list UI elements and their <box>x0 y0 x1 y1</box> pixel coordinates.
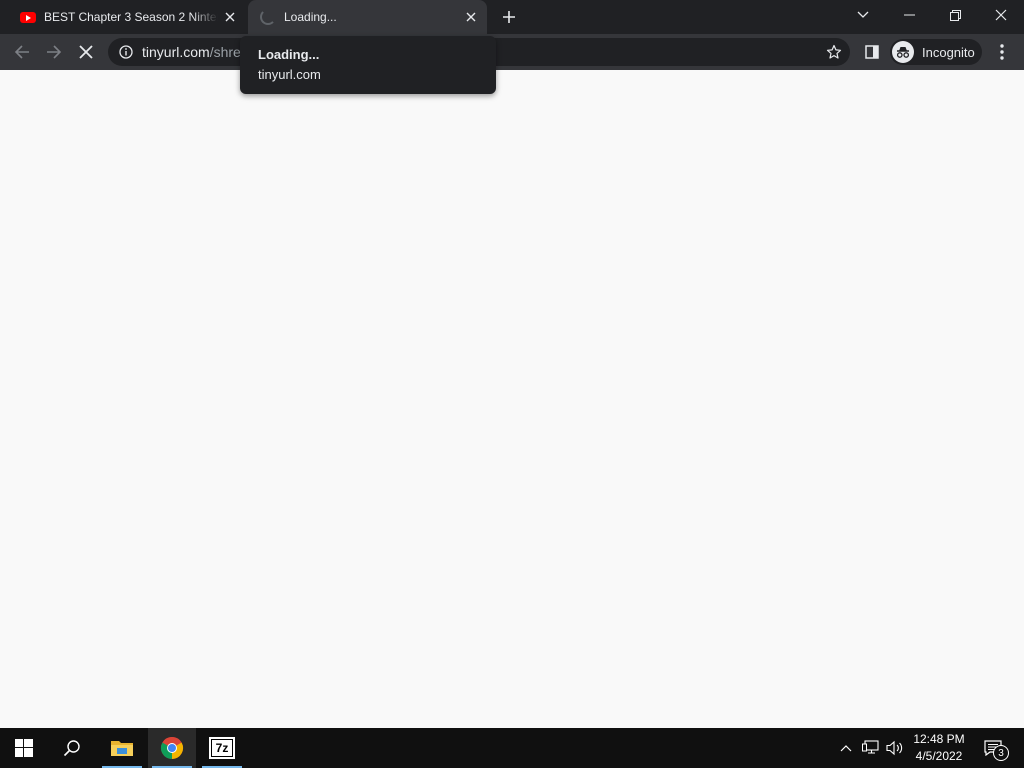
new-tab-button[interactable] <box>497 5 521 29</box>
side-panel-icon <box>865 45 879 59</box>
network-tray-button[interactable] <box>860 728 882 768</box>
hover-card-title: Loading... <box>258 47 320 62</box>
more-vert-icon <box>1000 44 1004 60</box>
taskbar-7zip[interactable]: 7z <box>198 728 246 768</box>
side-panel-button[interactable] <box>857 37 887 67</box>
tab-close-icon[interactable] <box>459 5 483 29</box>
back-button[interactable] <box>7 37 37 67</box>
volume-icon <box>886 740 903 756</box>
tab-search-button[interactable] <box>840 0 886 30</box>
incognito-icon <box>892 41 914 63</box>
hover-card-domain: tinyurl.com <box>258 67 321 82</box>
url-path: /shre <box>209 44 241 60</box>
forward-button[interactable] <box>39 37 69 67</box>
tab-hover-card: Loading... tinyurl.com <box>240 36 496 94</box>
windows-logo-icon <box>15 739 33 757</box>
chrome-icon <box>160 736 184 759</box>
minimize-icon <box>903 14 915 16</box>
menu-button[interactable] <box>987 37 1017 67</box>
show-hidden-icons-button[interactable] <box>836 728 856 768</box>
tab-strip: BEST Chapter 3 Season 2 Nintendo Switch … <box>0 0 1024 34</box>
tab-close-icon[interactable] <box>218 5 242 29</box>
plus-icon <box>503 11 515 23</box>
tab-youtube[interactable]: BEST Chapter 3 Season 2 Nintendo Switch … <box>8 0 246 34</box>
incognito-label: Incognito <box>922 44 975 60</box>
close-icon <box>79 45 93 59</box>
chevron-up-icon <box>840 745 852 752</box>
notification-count-badge: 3 <box>993 745 1009 761</box>
taskbar-clock[interactable]: 12:48 PM 4/5/2022 <box>906 731 972 765</box>
url-text: tinyurl.com/shre <box>142 44 241 60</box>
incognito-profile-button[interactable]: Incognito <box>890 39 982 65</box>
url-host: tinyurl.com <box>142 44 210 60</box>
youtube-icon <box>20 11 36 23</box>
restore-icon <box>949 9 961 21</box>
bookmark-star-icon[interactable] <box>822 40 846 64</box>
restore-button[interactable] <box>932 0 978 30</box>
chevron-down-icon <box>857 11 869 18</box>
file-explorer-icon <box>111 741 133 756</box>
clock-time: 12:48 PM <box>913 732 965 746</box>
tab-loading[interactable]: Loading... <box>248 0 487 34</box>
tab-title: BEST Chapter 3 Season 2 Nintendo Switch … <box>44 10 218 24</box>
start-button[interactable] <box>0 728 48 768</box>
tab-title: Loading... <box>284 10 337 24</box>
arrow-left-icon <box>14 45 29 59</box>
close-icon <box>995 9 1007 21</box>
search-icon <box>63 740 80 757</box>
close-window-button[interactable] <box>978 0 1024 30</box>
search-button[interactable] <box>48 728 96 768</box>
clock-date: 4/5/2022 <box>915 749 963 763</box>
taskbar-file-explorer[interactable] <box>98 728 146 768</box>
volume-tray-button[interactable] <box>884 728 906 768</box>
minimize-button[interactable] <box>886 0 932 30</box>
arrow-right-icon <box>47 45 62 59</box>
windows-taskbar: 7z 12:48 PM 4/5/2022 <box>0 728 1024 768</box>
info-icon[interactable] <box>118 44 134 60</box>
browser-toolbar: tinyurl.com/shre Incognito <box>0 34 1024 70</box>
loading-spinner-icon <box>260 9 276 25</box>
stop-loading-button[interactable] <box>71 37 101 67</box>
taskbar-chrome[interactable] <box>148 728 196 768</box>
7zip-icon: 7z <box>209 737 235 759</box>
page-content <box>0 70 1024 728</box>
network-icon <box>862 740 879 754</box>
